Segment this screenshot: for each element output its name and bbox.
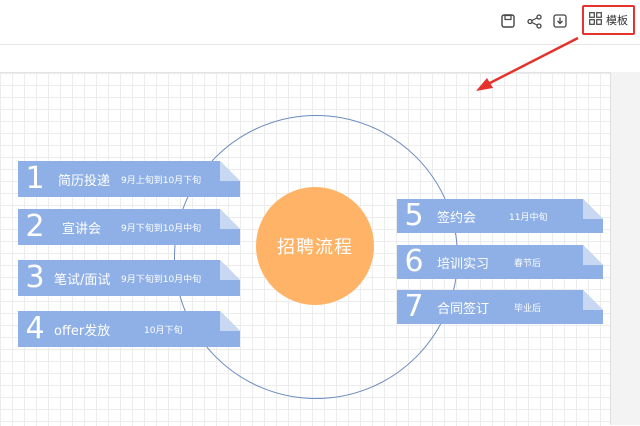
item-label: 合同签订 bbox=[437, 301, 490, 317]
center-node[interactable]: 招聘流程 bbox=[256, 187, 374, 305]
item-date: 毕业后 bbox=[514, 303, 542, 314]
item-number: 5 bbox=[404, 198, 424, 233]
save-icon[interactable] bbox=[499, 12, 517, 30]
template-grid-icon bbox=[589, 12, 602, 28]
item-label: 培训实习 bbox=[437, 256, 490, 272]
item-number: 2 bbox=[25, 209, 45, 244]
process-item-4[interactable]: 4 offer发放 10月下旬 bbox=[18, 311, 240, 347]
item-number: 4 bbox=[25, 311, 45, 346]
share-icon[interactable] bbox=[525, 12, 543, 30]
mindmap-canvas[interactable]: 招聘流程 1 简历投递 9月上旬到10月下旬 2 宣讲会 9月下旬到10月中旬 … bbox=[0, 72, 610, 426]
item-date: 9月下旬到10月中旬 bbox=[121, 274, 202, 285]
center-node-label: 招聘流程 bbox=[277, 237, 353, 258]
sub-header bbox=[0, 45, 640, 72]
item-date: 9月下旬到10月中旬 bbox=[121, 223, 202, 234]
process-item-1[interactable]: 1 简历投递 9月上旬到10月下旬 bbox=[18, 161, 240, 197]
process-item-6[interactable]: 6 培训实习 春节后 bbox=[397, 245, 603, 279]
process-item-3[interactable]: 3 笔试/面试 9月下旬到10月中旬 bbox=[18, 260, 240, 296]
item-date: 春节后 bbox=[514, 258, 542, 269]
item-label: 笔试/面试 bbox=[54, 272, 111, 288]
item-label: 宣讲会 bbox=[62, 221, 102, 237]
item-label: 签约会 bbox=[437, 210, 477, 226]
process-item-2[interactable]: 2 宣讲会 9月下旬到10月中旬 bbox=[18, 209, 240, 245]
top-toolbar: 模板 bbox=[0, 0, 640, 45]
item-date: 10月下旬 bbox=[144, 325, 183, 336]
template-button[interactable]: 模板 bbox=[582, 5, 635, 35]
process-item-7[interactable]: 7 合同签订 毕业后 bbox=[397, 290, 603, 324]
vertical-scrollbar[interactable] bbox=[610, 72, 640, 425]
item-date: 9月上旬到10月下旬 bbox=[121, 175, 202, 186]
item-number: 7 bbox=[404, 289, 424, 324]
item-number: 6 bbox=[404, 244, 424, 279]
item-label: 简历投递 bbox=[58, 173, 111, 189]
template-label: 模板 bbox=[606, 14, 628, 27]
process-item-5[interactable]: 5 签约会 11月中旬 bbox=[397, 199, 603, 233]
item-number: 3 bbox=[25, 260, 45, 295]
download-icon[interactable] bbox=[551, 12, 569, 30]
item-date: 11月中旬 bbox=[509, 212, 548, 223]
item-label: offer发放 bbox=[54, 323, 111, 339]
item-number: 1 bbox=[25, 161, 45, 196]
